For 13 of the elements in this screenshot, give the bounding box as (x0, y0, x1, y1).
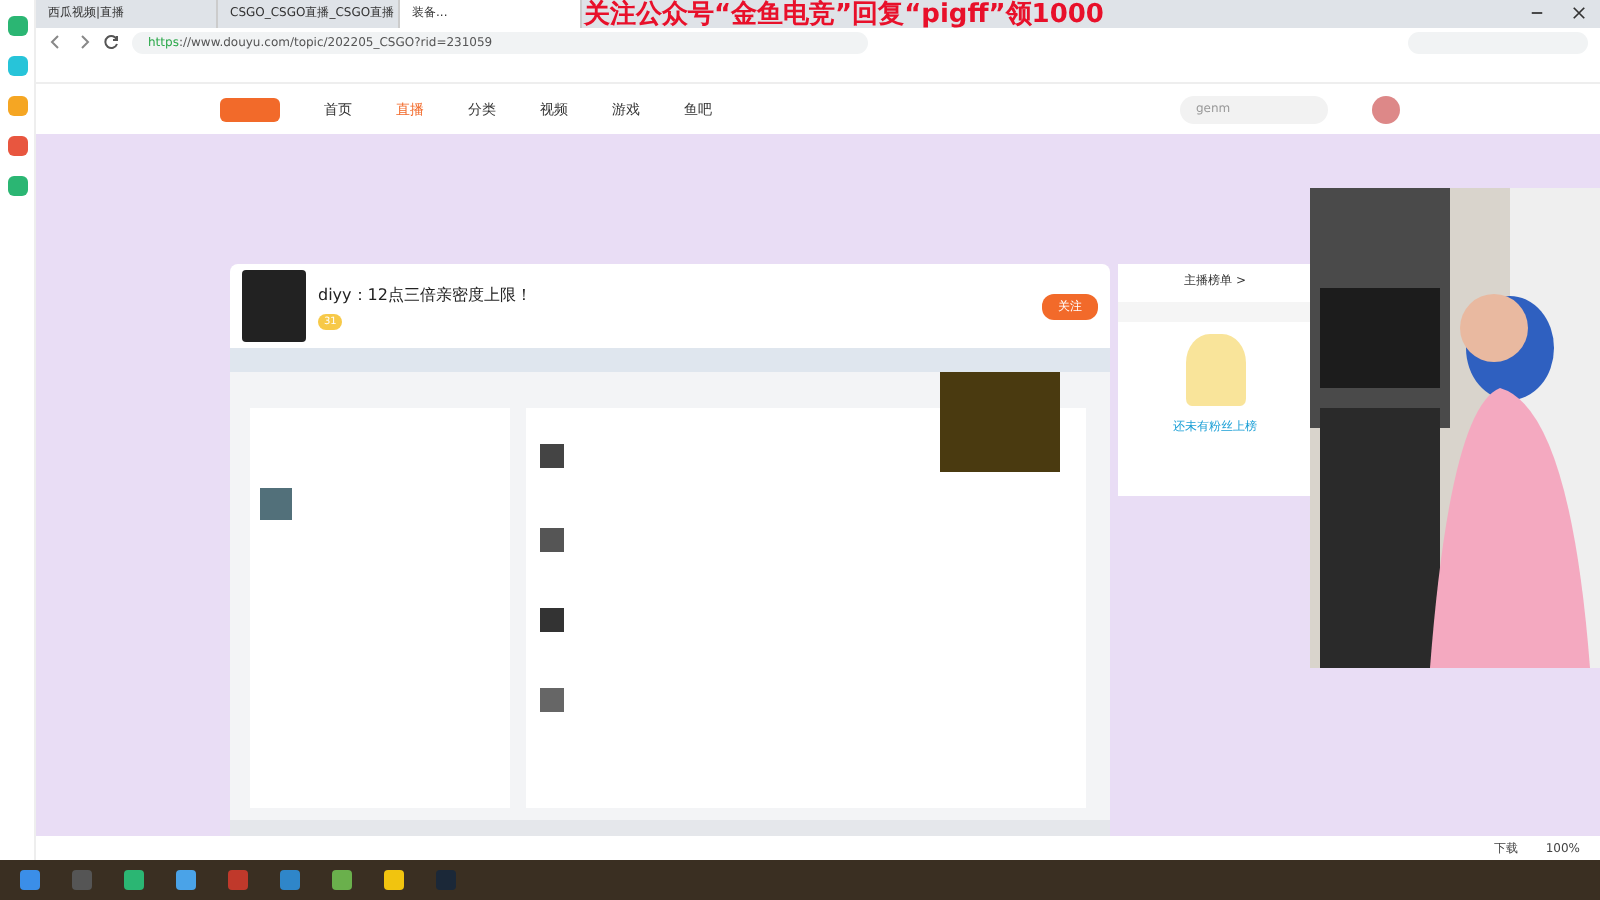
room-title: diyy：12点三倍亲密度上限！ (318, 283, 532, 306)
back-icon[interactable] (48, 34, 64, 51)
avatar-icon (242, 270, 306, 343)
start-icon[interactable] (20, 870, 40, 890)
forward-icon[interactable] (76, 34, 92, 51)
close-icon[interactable] (1572, 6, 1586, 20)
avatar-icon[interactable] (1372, 95, 1400, 124)
reload-icon[interactable] (104, 34, 120, 51)
search-field[interactable] (1408, 31, 1588, 54)
star-icon[interactable] (7, 96, 27, 116)
minimize-icon[interactable] (1530, 6, 1544, 20)
banner-text: 关注公众号“金鱼电竞”回复“pigff”领1000 (584, 0, 1104, 30)
mascot-icon (1185, 334, 1245, 407)
